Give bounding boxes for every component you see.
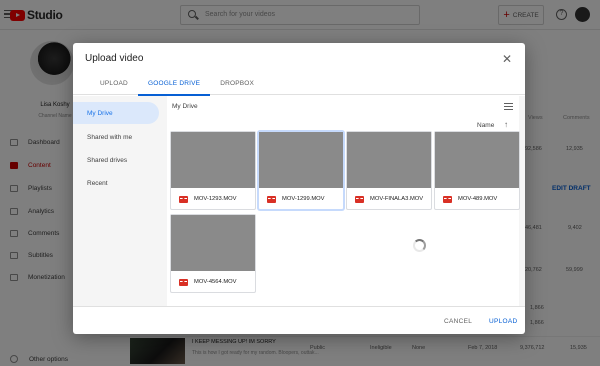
upload-button[interactable]: UPLOAD <box>489 318 518 325</box>
drive-picker: My Drive Shared with me Shared drives Re… <box>73 96 525 306</box>
cancel-button[interactable]: CANCEL <box>444 318 472 325</box>
nav-item-shared-drives[interactable]: Shared drives <box>79 149 165 171</box>
file-name: MOV-4564.MOV <box>194 279 237 285</box>
upload-video-dialog: Upload video ✕ UPLOAD GOOGLE DRIVE DROPB… <box>73 43 525 334</box>
file-tile[interactable]: MOV-FINALA3.MOV <box>346 131 432 210</box>
file-tile[interactable]: MOV-4564.MOV <box>170 214 256 293</box>
file-tile[interactable]: MOV-1293.MOV <box>170 131 256 210</box>
dialog-footer: CANCEL UPLOAD <box>73 306 525 334</box>
video-file-icon <box>355 196 364 203</box>
video-file-icon <box>179 279 188 286</box>
file-tile[interactable]: MOV-489.MOV <box>434 131 520 210</box>
nav-item-recent[interactable]: Recent <box>79 172 165 194</box>
sort-arrow-up-icon[interactable]: ↑ <box>504 120 508 129</box>
file-name: MOV-1293.MOV <box>194 196 237 202</box>
file-thumbnail <box>347 132 431 188</box>
breadcrumb[interactable]: My Drive <box>172 103 198 110</box>
drive-nav: My Drive Shared with me Shared drives Re… <box>73 96 164 306</box>
file-thumbnail <box>435 132 519 188</box>
loading-spinner-icon <box>413 239 426 252</box>
upload-source-tabs: UPLOAD GOOGLE DRIVE DROPBOX <box>73 73 525 96</box>
tab-google-drive[interactable]: GOOGLE DRIVE <box>137 73 211 96</box>
file-thumbnail <box>171 215 255 271</box>
file-name: MOV-FINALA3.MOV <box>370 196 424 202</box>
nav-item-my-drive[interactable]: My Drive <box>73 102 159 124</box>
close-icon[interactable]: ✕ <box>501 53 513 65</box>
dialog-title: Upload video <box>85 53 144 64</box>
drive-content: My Drive Name ↑ MOV-1293.MOV MOV-1299.MO… <box>167 96 520 306</box>
tab-dropbox[interactable]: DROPBOX <box>210 73 264 95</box>
nav-item-shared-with-me[interactable]: Shared with me <box>79 126 165 148</box>
file-name: MOV-489.MOV <box>458 196 498 202</box>
file-thumbnail <box>171 132 255 188</box>
video-file-icon <box>179 196 188 203</box>
video-file-icon <box>443 196 452 203</box>
tab-upload[interactable]: UPLOAD <box>90 73 138 95</box>
file-name: MOV-1299.MOV <box>282 196 325 202</box>
file-thumbnail <box>259 132 343 188</box>
video-file-icon <box>267 196 276 203</box>
file-tile[interactable]: MOV-1299.MOV <box>258 131 344 210</box>
list-view-icon[interactable] <box>504 103 513 110</box>
sort-by-name[interactable]: Name <box>477 122 494 129</box>
